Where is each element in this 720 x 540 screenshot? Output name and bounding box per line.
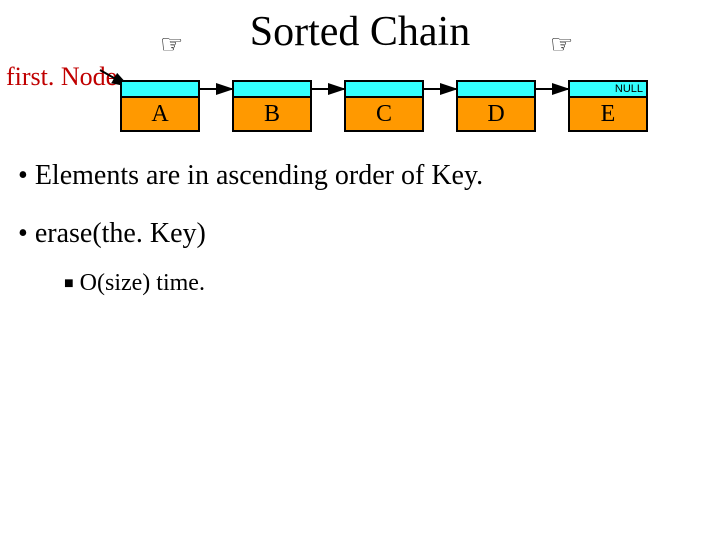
node-value: C [344,98,424,132]
list-node: A [120,80,200,132]
list-node: D [456,80,536,132]
null-label: NULL [615,83,643,95]
bullet-line: • erase(the. Key) [18,218,483,250]
square-bullet-icon: ■ [64,275,74,292]
bullet-text: erase(the. Key) [35,218,206,249]
hand-pointing-icon: ☜ [550,30,573,60]
page-title: Sorted Chain [250,8,470,56]
linked-list-diagram: A B C D NULL E [120,70,680,160]
hand-pointing-icon: ☜ [160,30,183,60]
sub-bullet-text: O(size) time. [80,270,205,296]
node-value: E [568,98,648,132]
node-pointer [456,80,536,98]
bullet-text: Elements are in ascending order of Key. [35,160,483,191]
bullet-line: • Elements are in ascending order of Key… [18,160,483,192]
sub-bullet-line: ■ O(size) time. [64,270,483,297]
list-node: C [344,80,424,132]
node-value: D [456,98,536,132]
node-pointer: NULL [568,80,648,98]
node-pointer [120,80,200,98]
list-node: NULL E [568,80,648,132]
list-node: B [232,80,312,132]
node-pointer [344,80,424,98]
node-value: B [232,98,312,132]
first-node-label: first. Node [6,62,117,92]
node-value: A [120,98,200,132]
node-pointer [232,80,312,98]
